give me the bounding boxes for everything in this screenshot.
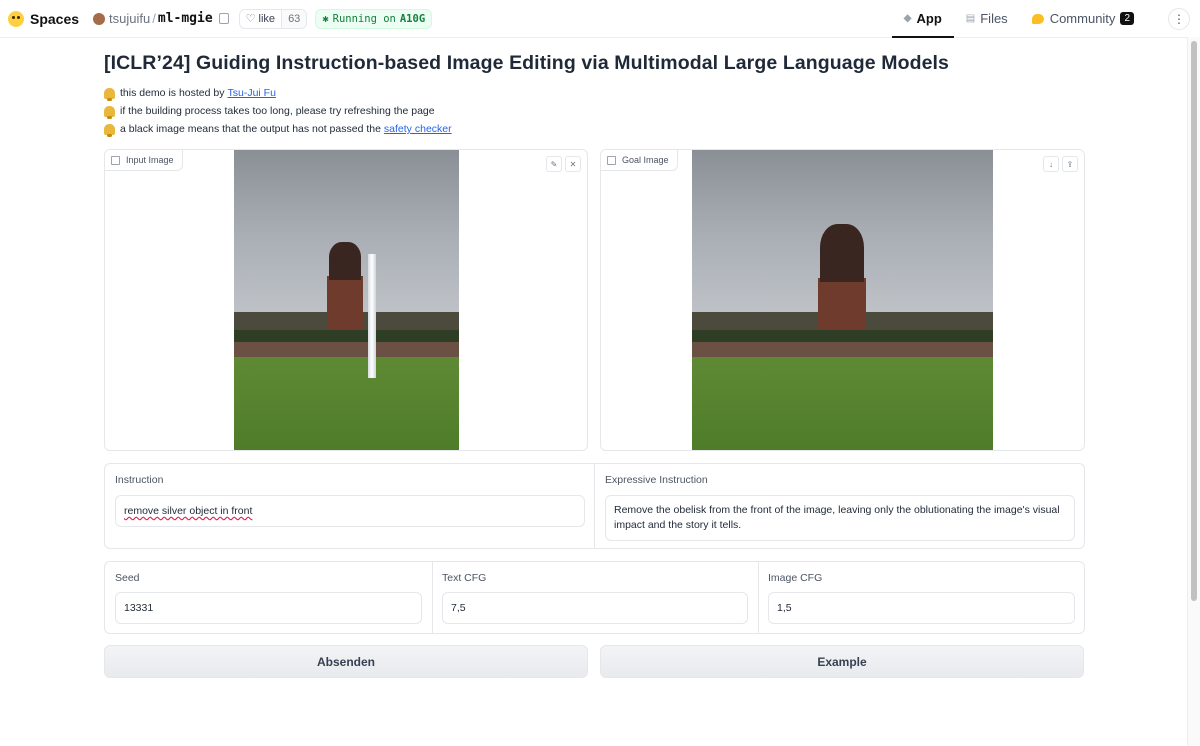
running-status-badge[interactable]: ✱ Running on A10G — [315, 8, 433, 29]
image-icon — [111, 155, 120, 165]
note-hosted: this demo is hosted by Tsu-Jui Fu — [104, 84, 452, 102]
bell-icon — [104, 87, 115, 101]
safety-checker-link[interactable]: safety checker — [384, 123, 452, 135]
note-safety: a black image means that the output has … — [104, 120, 452, 138]
like-label: like — [258, 12, 276, 25]
seed-value: 13331 — [124, 602, 154, 614]
path-separator: / — [152, 11, 156, 26]
seed-label: Seed — [115, 572, 140, 584]
tab-files-label: Files — [980, 11, 1008, 26]
expressive-instruction-label: Expressive Instruction — [605, 474, 708, 486]
copy-icon[interactable] — [218, 13, 229, 24]
input-image — [234, 150, 459, 450]
image-icon — [607, 155, 616, 165]
input-image-label-text: Input Image — [126, 155, 174, 165]
input-image-panel[interactable]: Input Image ✎ ✕ — [104, 149, 588, 451]
note-text: a black image means that the output has … — [120, 123, 381, 135]
author-link[interactable]: Tsu-Jui Fu — [227, 87, 275, 99]
params-row: Seed 13331 Text CFG 7,5 Image CFG 1,5 — [104, 561, 1085, 634]
like-count[interactable]: 63 — [281, 9, 307, 28]
text-cfg-input[interactable]: 7,5 — [442, 592, 748, 624]
expressive-instruction-output[interactable]: Remove the obelisk from the front of the… — [605, 495, 1075, 541]
files-icon: ▤ — [965, 13, 976, 24]
expressive-instruction-value: Remove the obelisk from the front of the… — [614, 504, 1060, 531]
community-icon — [1031, 13, 1044, 24]
instruction-divider — [594, 464, 595, 548]
instruction-value: remove silver object in front — [124, 505, 253, 517]
repo-name-link[interactable]: ml-mgie — [158, 11, 213, 26]
image-cfg-input[interactable]: 1,5 — [768, 592, 1075, 624]
scrollbar-thumb[interactable] — [1191, 41, 1197, 601]
tab-community[interactable]: Community 2 — [1020, 0, 1146, 37]
cube-icon: ◆ — [903, 13, 912, 24]
text-cfg-value: 7,5 — [451, 602, 466, 614]
instruction-row: Instruction remove silver object in fron… — [104, 463, 1085, 549]
spaces-link[interactable]: Spaces — [30, 11, 79, 27]
tab-files[interactable]: ▤ Files — [954, 0, 1020, 37]
bell-icon — [104, 123, 115, 137]
page-title: [ICLR’24] Guiding Instruction-based Imag… — [104, 52, 950, 74]
status-label: Running on — [332, 12, 396, 25]
note-text: this demo is hosted by — [120, 87, 225, 99]
edit-icon[interactable]: ✎ — [546, 156, 562, 172]
seed-input[interactable]: 13331 — [115, 592, 422, 624]
heart-icon: ♡ — [245, 13, 256, 25]
instruction-label: Instruction — [115, 474, 164, 486]
notes-list: this demo is hosted by Tsu-Jui Fu if the… — [104, 84, 452, 138]
bell-icon — [104, 105, 115, 119]
sparkle-icon: ✱ — [322, 12, 329, 25]
owner-link[interactable]: tsujuifu — [109, 11, 150, 26]
community-count-badge: 2 — [1120, 12, 1134, 25]
share-icon[interactable]: ⇪ — [1062, 156, 1078, 172]
tab-app-label: App — [916, 11, 942, 26]
goal-image — [692, 150, 993, 450]
params-divider-1 — [432, 562, 433, 633]
goal-image-panel: Goal Image ↓ ⇪ — [600, 149, 1085, 451]
note-text: if the building process takes too long, … — [120, 105, 435, 117]
goal-image-label: Goal Image — [601, 150, 678, 171]
more-options-icon[interactable]: ⋮ — [1168, 8, 1190, 30]
text-cfg-label: Text CFG — [442, 572, 487, 584]
example-button[interactable]: Example — [600, 645, 1084, 678]
note-refresh: if the building process takes too long, … — [104, 102, 452, 120]
page-scrollbar[interactable] — [1187, 37, 1200, 746]
top-navbar: Spaces tsujuifu / ml-mgie ♡ like 63 ✱ Ru… — [0, 0, 1200, 38]
download-icon[interactable]: ↓ — [1043, 156, 1059, 172]
huggingface-logo-icon[interactable] — [8, 10, 24, 27]
instruction-input[interactable]: remove silver object in front — [115, 495, 585, 527]
like-button[interactable]: ♡ like 63 — [238, 8, 308, 29]
submit-button[interactable]: Absenden — [104, 645, 588, 678]
image-cfg-label: Image CFG — [768, 572, 823, 584]
tab-community-label: Community — [1049, 11, 1116, 26]
image-cfg-value: 1,5 — [777, 602, 792, 614]
params-divider-2 — [758, 562, 759, 633]
input-image-label: Input Image — [105, 150, 183, 171]
goal-image-label-text: Goal Image — [622, 155, 669, 165]
tab-app[interactable]: ◆ App — [891, 0, 954, 38]
close-icon[interactable]: ✕ — [565, 156, 581, 172]
status-hardware: A10G — [399, 12, 426, 25]
owner-avatar — [93, 12, 106, 25]
